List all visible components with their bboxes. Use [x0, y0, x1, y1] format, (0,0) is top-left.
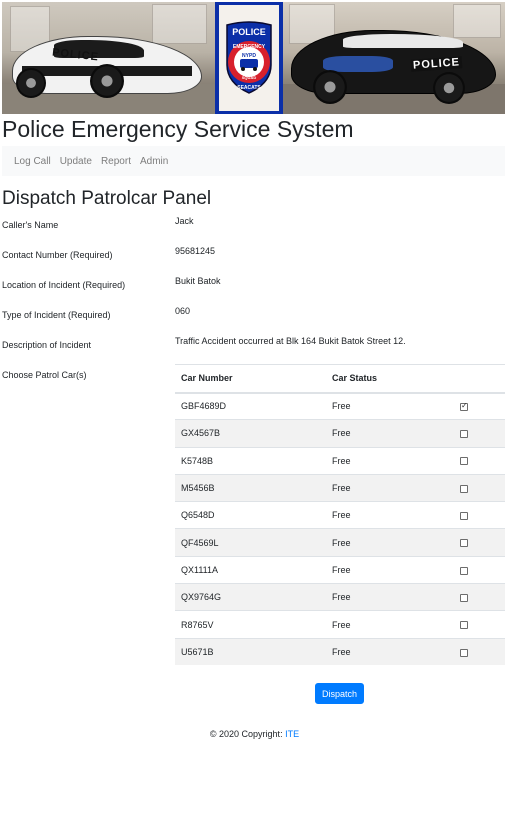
- car-select-checkbox[interactable]: [460, 648, 468, 657]
- car-status-cell: Free: [326, 391, 454, 420]
- car-status-cell: Free: [326, 637, 454, 666]
- select-cell: [454, 637, 505, 666]
- table-row: M5456B Free: [175, 473, 505, 502]
- car-number-cell: QX9764G: [175, 583, 326, 611]
- car-number-cell: GX4567B: [175, 419, 326, 448]
- car-status-cell: Free: [326, 419, 454, 448]
- badge-motto-text: SEACATS: [237, 85, 261, 91]
- header-banner: POLICE POLICE EMERGENCY NYPD SQUAD SEACA…: [2, 2, 505, 114]
- table-row: QX1111A Free: [175, 555, 505, 584]
- nav-admin[interactable]: Admin: [140, 156, 168, 167]
- black-police-car-image: POLICE: [283, 2, 505, 114]
- car-status-cell: Free: [326, 583, 454, 611]
- table-header-row: Car Number Car Status: [175, 364, 505, 394]
- car-select-checkbox[interactable]: [460, 621, 468, 630]
- car-select-checkbox[interactable]: [460, 484, 468, 493]
- select-cell: [454, 555, 505, 584]
- car-select-checkbox[interactable]: [460, 566, 468, 575]
- contact-number-label: Contact Number (Required): [2, 250, 113, 260]
- car-number-cell: M5456B: [175, 473, 326, 502]
- select-cell: [454, 419, 505, 448]
- select-cell: [454, 501, 505, 529]
- table-row: R8765V Free: [175, 610, 505, 639]
- callers-name-label: Caller's Name: [2, 220, 59, 230]
- table-row: GBF4689D Free: [175, 391, 505, 420]
- car-select-checkbox[interactable]: [460, 593, 468, 602]
- car-select-checkbox[interactable]: [460, 401, 468, 412]
- badge-unit-text: NYPD: [242, 53, 256, 59]
- ite-link[interactable]: ITE: [285, 729, 299, 739]
- location-label: Location of Incident (Required): [2, 280, 126, 290]
- car-number-cell: R8765V: [175, 610, 326, 639]
- badge-icon: POLICE EMERGENCY NYPD SQUAD SEACATS: [226, 21, 272, 94]
- badge-bottom-text: SQUAD: [242, 75, 257, 80]
- incident-type-value: 060: [175, 306, 191, 316]
- select-cell: [454, 391, 505, 420]
- car-number-cell: U5671B: [175, 637, 326, 666]
- car-number-cell: Q6548D: [175, 501, 326, 529]
- table-row: Q6548D Free: [175, 501, 505, 529]
- car-number-cell: GBF4689D: [175, 391, 326, 420]
- table-row: QX9764G Free: [175, 583, 505, 611]
- car-status-cell: Free: [326, 446, 454, 475]
- car-status-cell: Free: [326, 555, 454, 584]
- badge-ring-text: EMERGENCY: [233, 44, 266, 50]
- contact-number-value: 95681245: [175, 246, 216, 256]
- select-cell: [454, 446, 505, 475]
- car-select-checkbox[interactable]: [460, 511, 468, 520]
- panel-title: Dispatch Patrolcar Panel: [2, 188, 212, 209]
- select-cell: [454, 610, 505, 639]
- table-row: K5748B Free: [175, 446, 505, 475]
- car-status-cell: Free: [326, 610, 454, 639]
- car-number-header: Car Number: [175, 364, 326, 394]
- location-value: Bukit Batok: [175, 276, 221, 286]
- incident-type-label: Type of Incident (Required): [2, 310, 111, 320]
- car-select-checkbox[interactable]: [460, 539, 468, 548]
- patrol-car-table: Car Number Car Status GBF4689D Free GX45…: [175, 364, 505, 666]
- nav-report[interactable]: Report: [101, 156, 131, 167]
- select-cell: [454, 583, 505, 611]
- description-label: Description of Incident: [2, 340, 92, 350]
- site-title: Police Emergency Service System: [2, 116, 354, 142]
- select-header: [454, 364, 505, 394]
- footer: © 2020 Copyright: ITE: [0, 729, 509, 739]
- nav-update[interactable]: Update: [60, 156, 92, 167]
- copyright-text: © 2020 Copyright:: [209, 729, 286, 739]
- car-select-checkbox[interactable]: [460, 457, 468, 466]
- dispatch-button[interactable]: Dispatch: [315, 683, 364, 704]
- description-value: Traffic Accident occurred at Blk 164 Buk…: [175, 336, 406, 346]
- table-row: QF4569L Free: [175, 528, 505, 557]
- table-row: U5671B Free: [175, 637, 505, 666]
- table-row: GX4567B Free: [175, 419, 505, 448]
- car-status-cell: Free: [326, 528, 454, 557]
- car-number-cell: K5748B: [175, 446, 326, 475]
- car-number-cell: QX1111A: [175, 555, 326, 584]
- white-police-car-image: POLICE: [2, 2, 215, 114]
- car-select-checkbox[interactable]: [460, 430, 468, 439]
- nav-bar: Log Call Update Report Admin: [2, 146, 505, 176]
- badge-top-text: POLICE: [232, 27, 266, 37]
- callers-name-value: Jack: [175, 216, 194, 226]
- select-cell: [454, 473, 505, 502]
- police-badge-logo: POLICE EMERGENCY NYPD SQUAD SEACATS: [215, 2, 283, 114]
- select-cell: [454, 528, 505, 557]
- car-status-cell: Free: [326, 473, 454, 502]
- car-number-cell: QF4569L: [175, 528, 326, 557]
- nav-log-call[interactable]: Log Call: [14, 156, 51, 167]
- choose-patrol-car-label: Choose Patrol Car(s): [2, 370, 87, 380]
- car-status-cell: Free: [326, 501, 454, 529]
- car-status-header: Car Status: [326, 364, 454, 394]
